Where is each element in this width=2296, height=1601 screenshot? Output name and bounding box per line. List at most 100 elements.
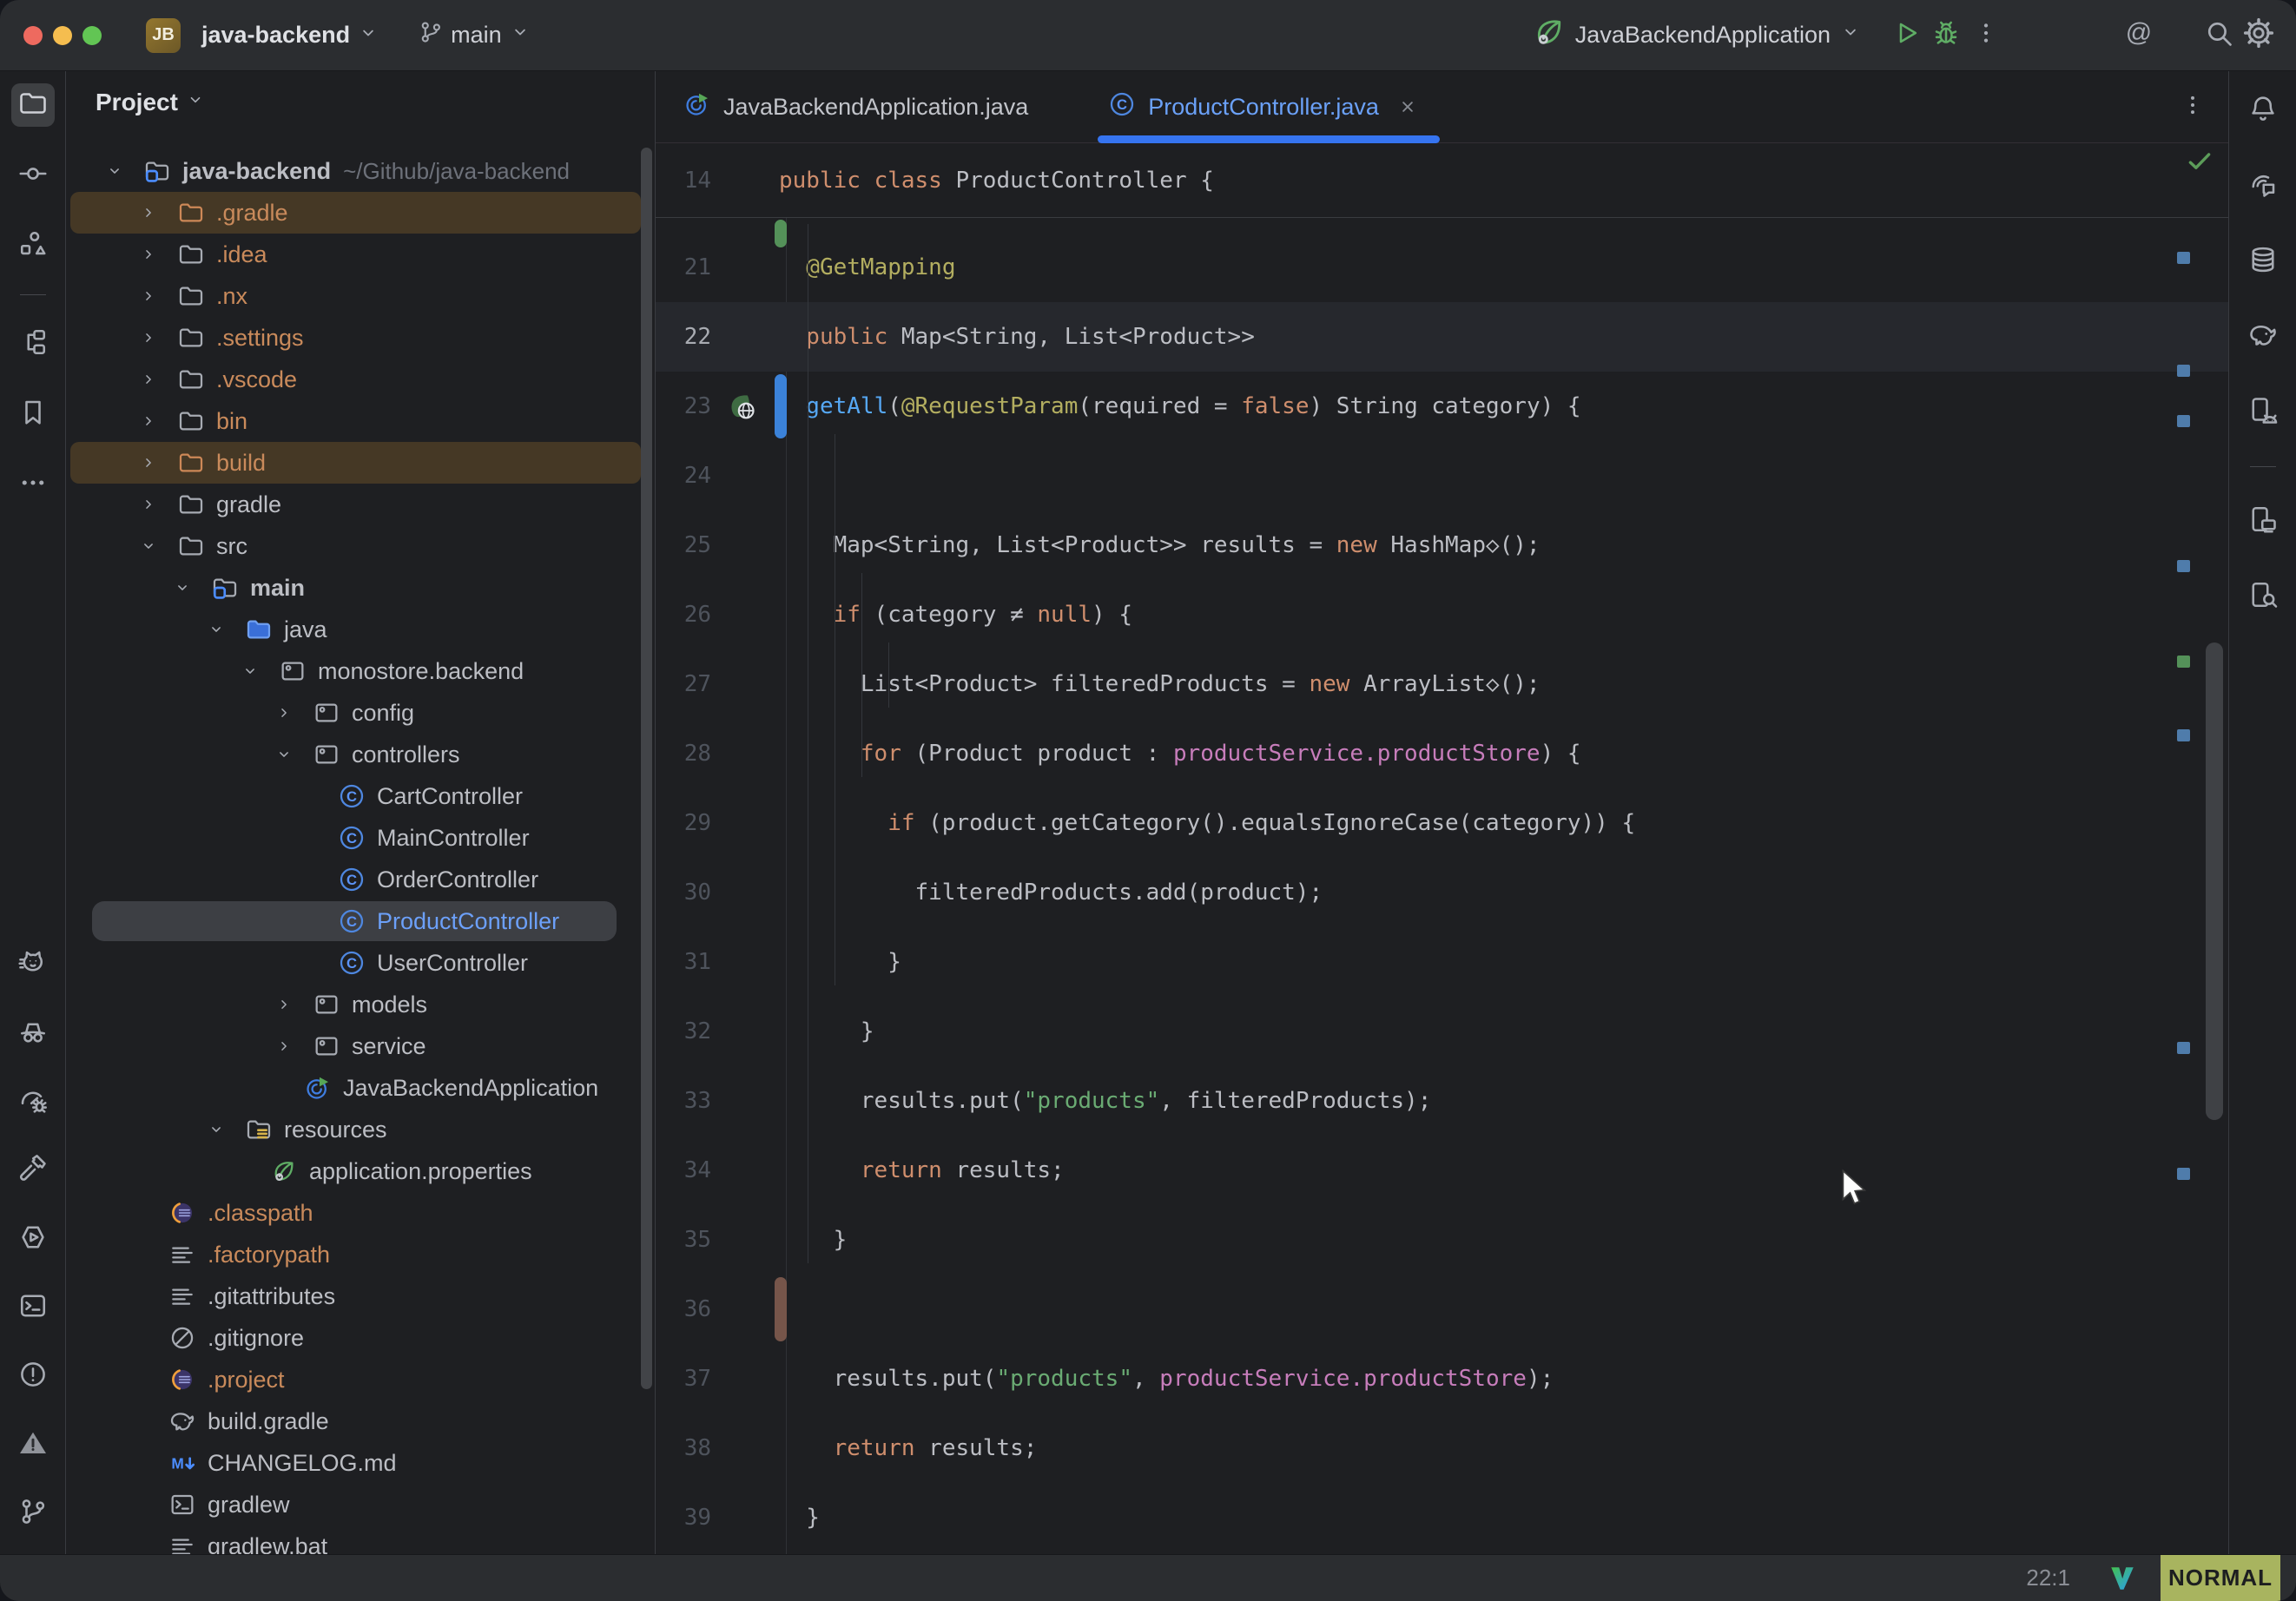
chevron-right-icon[interactable] <box>139 328 175 347</box>
tree-item-maincontroller[interactable]: CMainController <box>66 817 655 859</box>
code-line-36[interactable]: 36 <box>656 1275 2228 1344</box>
project-widget[interactable]: java-backend <box>189 22 379 49</box>
chevron-right-icon[interactable] <box>274 703 311 722</box>
chevron-right-icon[interactable] <box>139 203 175 222</box>
code-line-24[interactable]: 24 <box>656 441 2228 511</box>
chevron-down-icon[interactable] <box>207 620 243 639</box>
ideavim-icon[interactable] <box>2107 1563 2138 1594</box>
tree-item--gitattributes[interactable]: .gitattributes <box>66 1275 655 1317</box>
toolwindow-cat-button[interactable] <box>11 943 55 986</box>
chevron-down-icon[interactable] <box>274 745 311 764</box>
tree-item-ordercontroller[interactable]: COrderController <box>66 859 655 900</box>
more-run-actions-button[interactable] <box>1966 16 2006 56</box>
error-stripe-mark[interactable] <box>2177 415 2190 427</box>
minimize-window-button[interactable] <box>53 26 72 45</box>
toolwindow-problems-button[interactable] <box>11 1354 55 1398</box>
error-stripe-mark[interactable] <box>2177 365 2190 377</box>
tree-item-service[interactable]: service <box>66 1025 655 1067</box>
toolwindow-device-explorer-button[interactable] <box>2241 499 2285 543</box>
chevron-down-icon[interactable] <box>173 578 209 597</box>
error-stripe-mark[interactable] <box>2177 252 2190 264</box>
tree-item-build-gradle[interactable]: build.gradle <box>66 1400 655 1442</box>
error-stripe-mark[interactable] <box>2177 560 2190 572</box>
toolwindow-git-branch-button[interactable] <box>11 1492 55 1535</box>
tree-item--factorypath[interactable]: .factorypath <box>66 1234 655 1275</box>
chevron-down-icon[interactable] <box>139 537 175 556</box>
chevron-right-icon[interactable] <box>139 245 175 264</box>
tree-item-main[interactable]: main <box>66 567 655 609</box>
toolwindow-terminal-button[interactable] <box>11 1286 55 1329</box>
tree-item--gitignore[interactable]: .gitignore <box>66 1317 655 1359</box>
sticky-line[interactable]: 14public class ProductController { <box>656 143 2228 218</box>
tree-item-bin[interactable]: bin <box>66 400 655 442</box>
toolwindow-gradle-button[interactable] <box>2241 315 2285 359</box>
code-line-22[interactable]: 22public Map<String, List<Product>> <box>656 302 2228 372</box>
tree-item--nx[interactable]: .nx <box>66 275 655 317</box>
code-line-35[interactable]: 35} <box>656 1205 2228 1275</box>
toolwindow-more-ellipsis-button[interactable] <box>11 463 55 506</box>
toolwindow-hierarchy-button[interactable] <box>11 322 55 366</box>
code-line-25[interactable]: 25Map<String, List<Product>> results = n… <box>656 511 2228 580</box>
editor-tab-javabackendapplication-java[interactable]: JavaBackendApplication.java <box>678 71 1054 142</box>
tree-item--idea[interactable]: .idea <box>66 234 655 275</box>
project-tree-scrollbar[interactable] <box>641 148 652 1389</box>
tree-item-controllers[interactable]: controllers <box>66 734 655 775</box>
code-line-32[interactable]: 32} <box>656 997 2228 1066</box>
code-line-30[interactable]: 30filteredProducts.add(product); <box>656 858 2228 927</box>
toolwindow-notifications-bell-button[interactable] <box>2241 89 2285 132</box>
debug-button[interactable] <box>1926 16 1966 56</box>
tree-item-usercontroller[interactable]: CUserController <box>66 942 655 984</box>
project-view-header[interactable]: Project <box>96 89 206 116</box>
toolwindow-bookmarks-button[interactable] <box>11 392 55 436</box>
code-with-me-button[interactable] <box>2159 16 2199 56</box>
toolwindow-incognito-button[interactable] <box>11 1011 55 1055</box>
tree-item-gradlew-bat[interactable]: gradlew.bat <box>66 1525 655 1554</box>
code-line-37[interactable]: 37results.put("products", productService… <box>656 1344 2228 1413</box>
tree-item-resources[interactable]: resources <box>66 1109 655 1150</box>
search-everywhere-button[interactable] <box>2199 16 2239 56</box>
code-line-39[interactable]: 39} <box>656 1483 2228 1552</box>
run-button[interactable] <box>1886 16 1926 56</box>
editor-tab-productcontroller-java[interactable]: CProductController.java <box>1103 71 1445 142</box>
close-tab-icon[interactable] <box>1396 96 1419 118</box>
tree-item-build[interactable]: build <box>66 442 655 484</box>
code-line-23[interactable]: 23getAll(@RequestParam(required = false)… <box>656 372 2228 441</box>
tree-item-javabackendapplication[interactable]: JavaBackendApplication <box>66 1067 655 1109</box>
tree-item-productcontroller[interactable]: CProductController <box>66 900 655 942</box>
tree-item-gradlew[interactable]: gradlew <box>66 1484 655 1525</box>
tree-item-java-backend[interactable]: java-backend~/Github/java-backend <box>66 150 655 192</box>
chevron-down-icon[interactable] <box>105 161 142 181</box>
inspections-ok-icon[interactable] <box>2185 146 2214 180</box>
toolwindow-device-file-search-button[interactable] <box>2241 575 2285 618</box>
tree-item-monostore-backend[interactable]: monostore.backend <box>66 650 655 692</box>
toolwindow-database-button[interactable] <box>2241 240 2285 283</box>
code-line-21[interactable]: 21@GetMapping <box>656 233 2228 302</box>
error-stripe-mark[interactable] <box>2177 1168 2190 1180</box>
error-stripe-mark[interactable] <box>2177 1042 2190 1054</box>
tree-item-src[interactable]: src <box>66 525 655 567</box>
toolwindow-running-devices-button[interactable] <box>2241 391 2285 434</box>
vim-mode-badge[interactable]: NORMAL <box>2161 1555 2280 1601</box>
tree-item--vscode[interactable]: .vscode <box>66 359 655 400</box>
tree-item--project[interactable]: .project <box>66 1359 655 1400</box>
code-line-29[interactable]: 29if (product.getCategory().equalsIgnore… <box>656 788 2228 858</box>
spring-endpoint-icon[interactable] <box>725 389 760 424</box>
editor-options-button[interactable] <box>2180 92 2206 122</box>
toolwindow-ai-assistant-button[interactable] <box>2241 164 2285 208</box>
toolwindow-commit-button[interactable] <box>11 154 55 197</box>
close-window-button[interactable] <box>23 26 43 45</box>
code-line-34[interactable]: 34return results; <box>656 1136 2228 1205</box>
chevron-right-icon[interactable] <box>139 412 175 431</box>
tree-item--classpath[interactable]: .classpath <box>66 1192 655 1234</box>
ai-mention-button[interactable]: @ <box>2119 16 2159 56</box>
tree-item-java[interactable]: java <box>66 609 655 650</box>
toolwindow-warning-button[interactable] <box>11 1423 55 1466</box>
code-line-28[interactable]: 28for (Product product : productService.… <box>656 719 2228 788</box>
tree-item-gradle[interactable]: gradle <box>66 484 655 525</box>
code-line-31[interactable]: 31} <box>656 927 2228 997</box>
caret-position-widget[interactable]: 22:1 <box>2026 1565 2070 1591</box>
toolwindow-profiler-button[interactable] <box>11 1080 55 1123</box>
error-stripe-mark[interactable] <box>2177 729 2190 741</box>
tree-item--settings[interactable]: .settings <box>66 317 655 359</box>
toolwindow-structure-button[interactable] <box>11 224 55 267</box>
